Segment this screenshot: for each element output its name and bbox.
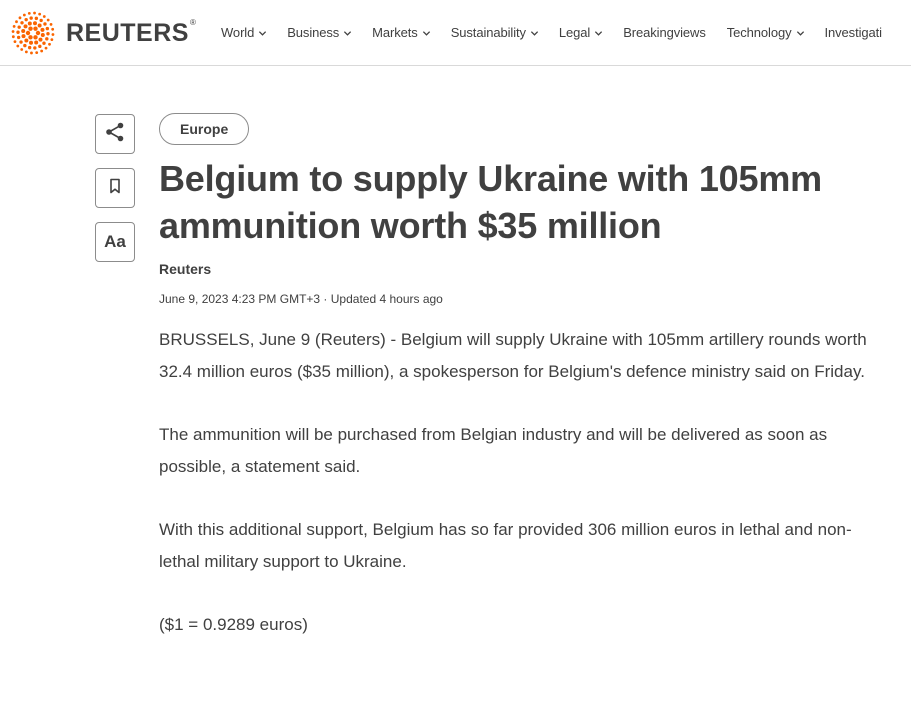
article-paragraph: ($1 = 0.9289 euros) bbox=[159, 615, 308, 634]
chevron-down-icon bbox=[796, 29, 804, 37]
chevron-down-icon bbox=[594, 29, 603, 37]
bookmark-button[interactable] bbox=[95, 168, 135, 208]
section-tag-label: Europe bbox=[180, 121, 229, 137]
nav-item-investigations[interactable]: Investigati bbox=[824, 25, 883, 40]
nav-label: World bbox=[221, 25, 255, 40]
nav-label: Business bbox=[287, 25, 340, 40]
article-dateline: June 9, 2023 4:23 PM GMT+3 · Updated 4 h… bbox=[159, 292, 443, 306]
author-link[interactable]: Reuters bbox=[159, 261, 211, 277]
chevron-down-icon bbox=[422, 29, 430, 37]
nav-label: Breakingviews bbox=[623, 25, 706, 40]
nav-label: Legal bbox=[558, 25, 591, 40]
nav-item-sustainability[interactable]: Sustainability bbox=[450, 25, 539, 40]
nav-item-world[interactable]: World bbox=[221, 25, 267, 40]
nav-label: Technology bbox=[726, 25, 792, 40]
site-header: REUTERS® World Business Markets Sustaina… bbox=[0, 0, 911, 66]
headline-line-1: Belgium to supply Ukraine with 105mm bbox=[159, 158, 822, 199]
nav-item-technology[interactable]: Technology bbox=[727, 25, 804, 40]
nav-label: Investigati bbox=[824, 25, 883, 40]
nav-label: Markets bbox=[372, 25, 418, 40]
font-size-button[interactable]: Aa bbox=[95, 222, 135, 262]
article-headline: Belgium to supply Ukraine with 105mm ammu… bbox=[159, 155, 879, 249]
nav-item-markets[interactable]: Markets bbox=[372, 25, 430, 40]
share-button[interactable] bbox=[95, 114, 135, 154]
article-paragraph: With this additional support, Belgium ha… bbox=[159, 520, 852, 571]
section-tag[interactable]: Europe bbox=[159, 113, 250, 145]
article-paragraph: BRUSSELS, June 9 (Reuters) - Belgium wil… bbox=[159, 330, 867, 381]
main-nav: World Business Markets Sustainability Le… bbox=[221, 0, 903, 65]
bookmark-icon bbox=[108, 178, 122, 199]
article-body: BRUSSELS, June 9 (Reuters) - Belgium wil… bbox=[159, 324, 869, 672]
nav-item-legal[interactable]: Legal bbox=[558, 25, 603, 40]
chevron-down-icon bbox=[258, 29, 267, 37]
logo-text: REUTERS® bbox=[66, 17, 197, 47]
reuters-logo-icon bbox=[11, 11, 55, 55]
headline-line-2: ammunition worth $35 million bbox=[159, 205, 662, 246]
chevron-down-icon bbox=[343, 29, 352, 37]
font-size-label: Aa bbox=[104, 232, 126, 251]
reuters-logo[interactable]: REUTERS® bbox=[8, 10, 196, 56]
chevron-down-icon bbox=[530, 29, 539, 37]
article-paragraph: The ammunition will be purchased from Be… bbox=[159, 425, 828, 476]
nav-label: Sustainability bbox=[450, 25, 526, 40]
share-icon bbox=[104, 121, 126, 148]
nav-item-breakingviews[interactable]: Breakingviews bbox=[623, 25, 706, 40]
nav-item-business[interactable]: Business bbox=[287, 25, 352, 40]
